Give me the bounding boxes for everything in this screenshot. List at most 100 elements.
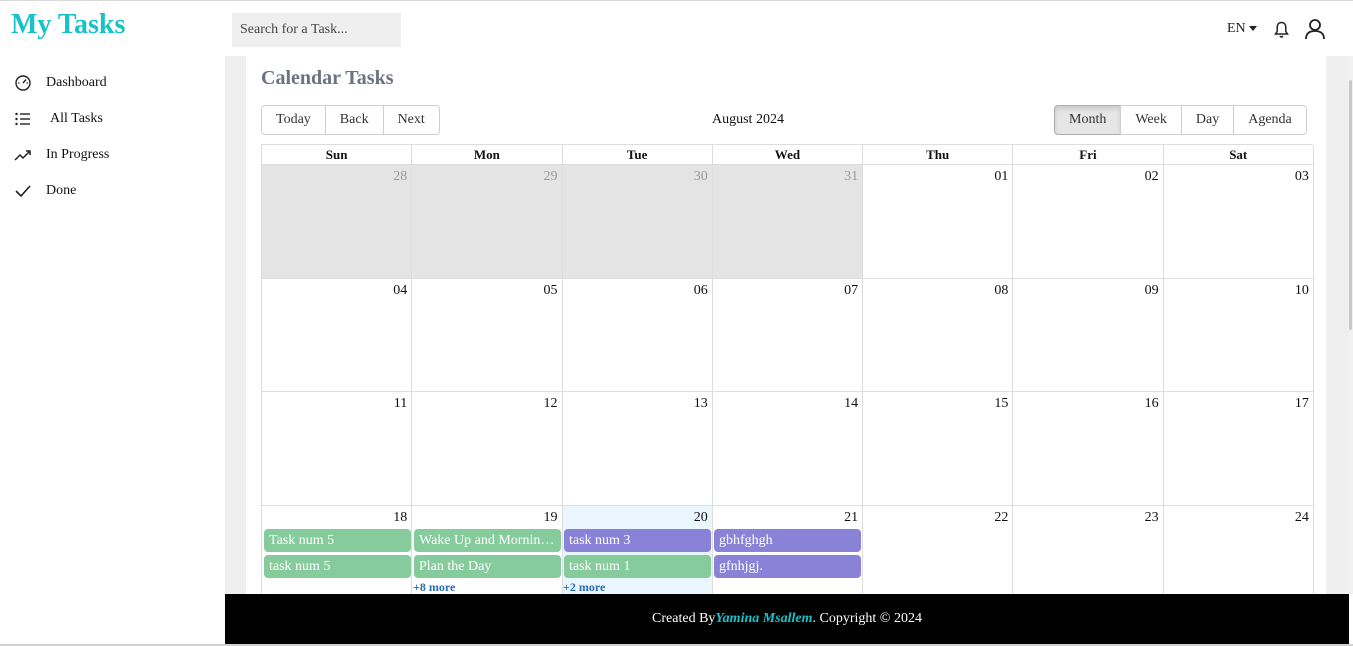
- day-cell[interactable]: 07: [712, 278, 864, 392]
- day-cell[interactable]: 04: [262, 278, 413, 392]
- language-selector[interactable]: EN: [1227, 21, 1257, 37]
- day-cell[interactable]: 09: [1013, 278, 1164, 392]
- day-cell[interactable]: 15: [863, 392, 1014, 506]
- day-view-button[interactable]: Day: [1180, 105, 1235, 135]
- language-label: EN: [1227, 21, 1246, 36]
- calendar-nav-group: Today Back Next: [261, 105, 440, 135]
- sidebar-item-label: Dashboard: [46, 75, 107, 90]
- date-number[interactable]: 17: [1295, 396, 1309, 412]
- week-row: 04 05 06 07 08 09 10: [262, 278, 1314, 392]
- day-cell[interactable]: 01: [863, 165, 1014, 279]
- show-more-link[interactable]: +8 more: [413, 580, 455, 595]
- weekday-label: Mon: [412, 145, 563, 165]
- event-item[interactable]: task num 3: [564, 528, 711, 552]
- next-button[interactable]: Next: [382, 105, 440, 135]
- day-cell[interactable]: 06: [562, 278, 713, 392]
- week-view-button[interactable]: Week: [1120, 105, 1182, 135]
- date-number[interactable]: 23: [1145, 510, 1159, 526]
- day-cell[interactable]: 13: [562, 392, 713, 506]
- user-icon[interactable]: [1303, 17, 1327, 45]
- day-cell[interactable]: 31: [712, 165, 864, 279]
- weekday-label: Fri: [1013, 145, 1164, 165]
- date-number[interactable]: 16: [1145, 396, 1159, 412]
- date-number[interactable]: 09: [1145, 283, 1159, 299]
- day-cell[interactable]: 11: [262, 392, 413, 506]
- day-cell[interactable]: 08: [863, 278, 1014, 392]
- date-number[interactable]: 30: [694, 169, 708, 185]
- date-number[interactable]: 21: [844, 510, 858, 526]
- day-cell[interactable]: 23: [1013, 505, 1164, 594]
- day-cell[interactable]: 29: [412, 165, 563, 279]
- weekday-label: Tue: [562, 145, 713, 165]
- date-number[interactable]: 07: [844, 283, 858, 299]
- day-cell[interactable]: 14: [712, 392, 864, 506]
- date-number[interactable]: 10: [1295, 283, 1309, 299]
- sidebar-item-all-tasks[interactable]: All Tasks: [14, 110, 103, 128]
- date-number[interactable]: 05: [544, 283, 558, 299]
- sidebar-item-dashboard[interactable]: Dashboard: [14, 74, 107, 92]
- date-number[interactable]: 15: [994, 396, 1008, 412]
- today-button[interactable]: Today: [261, 105, 326, 135]
- sidebar-item-label: Done: [46, 183, 77, 198]
- scrollbar-thumb[interactable]: [1349, 80, 1352, 330]
- footer-copyright: . Copyright © 2024: [812, 611, 922, 626]
- month-calendar: Sun Mon Tue Wed Thu Fri Sat 28 29 30 31 …: [261, 144, 1314, 595]
- app-logo[interactable]: My Tasks: [11, 9, 125, 41]
- date-number[interactable]: 18: [393, 510, 407, 526]
- day-cell[interactable]: 22: [863, 505, 1014, 594]
- footer-author: Yamina Msallem: [715, 611, 813, 626]
- calendar-view-group: Month Week Day Agenda: [1054, 105, 1307, 135]
- day-cell[interactable]: 17: [1163, 392, 1314, 506]
- event-item[interactable]: Wake Up and Morning Routine: [414, 528, 561, 552]
- date-number[interactable]: 12: [544, 396, 558, 412]
- day-cell[interactable]: 24: [1164, 505, 1314, 594]
- date-number[interactable]: 31: [844, 169, 858, 185]
- sidebar-item-label: All Tasks: [50, 111, 103, 126]
- date-number[interactable]: 02: [1145, 169, 1159, 185]
- date-number[interactable]: 08: [994, 283, 1008, 299]
- event-item[interactable]: task num 1: [564, 554, 711, 578]
- day-cell[interactable]: 28: [262, 165, 413, 279]
- day-cell[interactable]: 02: [1013, 165, 1164, 279]
- date-number[interactable]: 13: [694, 396, 708, 412]
- event-item[interactable]: Plan the Day: [414, 554, 561, 578]
- agenda-view-button[interactable]: Agenda: [1233, 105, 1307, 135]
- date-number[interactable]: 22: [994, 510, 1008, 526]
- month-view-button[interactable]: Month: [1054, 105, 1122, 135]
- date-number[interactable]: 01: [994, 169, 1008, 185]
- weekday-label: Thu: [863, 145, 1014, 165]
- weekday-label: Sun: [262, 145, 413, 165]
- list-icon: [15, 112, 30, 126]
- event-item[interactable]: task num 5: [264, 554, 411, 578]
- event-item[interactable]: Task num 5: [264, 528, 411, 552]
- date-number[interactable]: 19: [544, 510, 558, 526]
- date-number[interactable]: 29: [544, 169, 558, 185]
- date-number[interactable]: 28: [393, 169, 407, 185]
- day-cell[interactable]: 16: [1013, 392, 1164, 506]
- weekday-label: Sat: [1163, 145, 1314, 165]
- date-number[interactable]: 04: [393, 283, 407, 299]
- weekday-header: Sun Mon Tue Wed Thu Fri Sat: [262, 145, 1314, 165]
- event-item[interactable]: gfnhjgj.: [714, 554, 861, 578]
- date-number[interactable]: 03: [1295, 169, 1309, 185]
- event-item[interactable]: gbhfghgh: [714, 528, 861, 552]
- search-input[interactable]: [232, 13, 401, 47]
- bell-icon[interactable]: [1274, 21, 1289, 43]
- date-number[interactable]: 06: [694, 283, 708, 299]
- date-number[interactable]: 20: [694, 510, 708, 526]
- day-cell[interactable]: 12: [412, 392, 563, 506]
- date-number[interactable]: 11: [394, 396, 407, 412]
- sidebar-item-done[interactable]: Done: [14, 182, 76, 200]
- sidebar-item-in-progress[interactable]: In Progress: [14, 146, 109, 164]
- back-button[interactable]: Back: [324, 105, 384, 135]
- day-cell[interactable]: 10: [1163, 278, 1314, 392]
- current-month-label: August 2024: [712, 112, 784, 127]
- check-icon: [15, 185, 31, 198]
- footer: Created ByYamina Msallem. Copyright © 20…: [225, 594, 1349, 644]
- show-more-link[interactable]: +2 more: [563, 580, 605, 595]
- day-cell[interactable]: 03: [1163, 165, 1314, 279]
- day-cell[interactable]: 05: [412, 278, 563, 392]
- day-cell[interactable]: 30: [562, 165, 713, 279]
- date-number[interactable]: 14: [844, 396, 858, 412]
- date-number[interactable]: 24: [1295, 510, 1309, 526]
